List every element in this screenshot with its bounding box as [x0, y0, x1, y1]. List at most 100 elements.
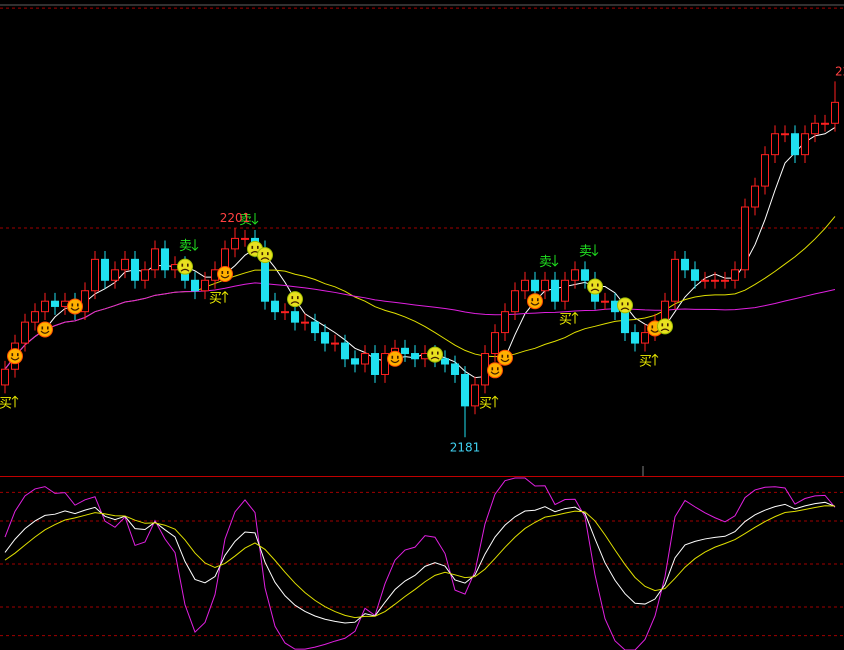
candle-body: [521, 279, 529, 292]
chart-canvas[interactable]: 买卖买卖买卖买卖买 220121812215: [0, 0, 844, 650]
candle: [781, 125, 789, 143]
buy-signal-label: 买: [479, 396, 492, 411]
smiley-sad-icon: [177, 258, 193, 275]
ma5-line: [4, 127, 836, 379]
candle-body: [681, 258, 689, 271]
candlesticks: [1, 81, 839, 438]
candle-body: [451, 363, 459, 375]
smiley-eye: [531, 298, 534, 302]
candle-body: [91, 258, 99, 292]
candle: [141, 261, 149, 289]
candle-body: [1, 368, 9, 386]
candle-body: [801, 133, 809, 156]
smiley-happy-icon: [497, 349, 513, 366]
candle: [191, 271, 199, 300]
candle-body: [351, 358, 359, 365]
smiley-eye: [397, 355, 399, 359]
candle: [821, 114, 829, 132]
arrow-up-icon: [571, 311, 579, 324]
sell-signal-label: 卖: [579, 244, 592, 259]
candle: [331, 334, 339, 352]
smiley-eye: [257, 245, 259, 249]
candle-body: [141, 269, 149, 281]
candle-body: [761, 154, 769, 187]
candle-body: [131, 258, 139, 281]
smiley-eye: [71, 303, 74, 307]
candle: [31, 303, 39, 331]
smiley-eye: [661, 323, 664, 327]
candle-body: [41, 300, 49, 313]
smiley-eye: [267, 252, 269, 256]
smiley-happy-icon: [7, 348, 23, 365]
buy-signal-label: 买: [0, 396, 12, 411]
smiley-happy-icon: [487, 362, 503, 379]
smiley-eye: [651, 325, 654, 329]
arrow-down-icon: [251, 213, 259, 225]
candle: [351, 350, 359, 373]
candle-body: [541, 279, 549, 292]
candle-body: [281, 311, 289, 314]
candle: [521, 271, 529, 300]
smiley-eye: [627, 302, 629, 306]
smiley-eye: [47, 326, 49, 330]
candle-body: [331, 342, 339, 345]
candle-body: [291, 311, 299, 323]
smiley-face: [257, 247, 273, 264]
price-gridlines: [0, 7, 844, 229]
candle: [541, 271, 549, 300]
candle-body: [471, 384, 479, 407]
candle-body: [531, 279, 539, 292]
candle-body: [811, 122, 819, 135]
candle: [361, 345, 369, 373]
smiley-eye: [621, 302, 624, 306]
smiley-happy-icon: [387, 350, 403, 367]
smiley-happy-icon: [37, 321, 53, 338]
candle: [311, 313, 319, 341]
buy-signal-label: 买: [639, 354, 652, 369]
arrow-up-icon: [491, 395, 499, 408]
smiley-face: [617, 297, 633, 314]
candle-body: [631, 332, 639, 344]
candle: [791, 125, 799, 164]
smiley-face: [527, 293, 543, 310]
candle: [711, 271, 719, 289]
candle: [161, 240, 169, 279]
ma20-line: [4, 216, 836, 370]
smiley-face: [427, 346, 443, 363]
high-price-label: 2201: [220, 211, 251, 225]
candle-body: [271, 300, 279, 313]
candle-body: [361, 353, 369, 365]
candle-body: [321, 332, 329, 344]
candle-body: [501, 311, 509, 334]
candle: [731, 261, 739, 289]
candle: [81, 282, 89, 321]
candle-body: [711, 279, 719, 282]
candle-body: [491, 332, 499, 355]
candle: [471, 376, 479, 415]
smiley-eye: [491, 367, 494, 371]
candle: [271, 292, 279, 321]
smiley-face: [177, 258, 193, 275]
oscillator-panel: [0, 477, 844, 650]
smiley-eye: [391, 355, 394, 359]
smiley-eye: [297, 296, 299, 300]
candle-body: [21, 321, 29, 344]
smiley-face: [217, 265, 233, 282]
smiley-sad-icon: [617, 297, 633, 314]
smiley-eye: [41, 326, 44, 330]
sell-signal-label: 卖: [179, 239, 192, 254]
smiley-face: [497, 349, 513, 366]
smiley-eye: [11, 353, 14, 357]
trade-signals: 买卖买卖买卖买卖买: [0, 213, 659, 411]
high-price-label: 2215: [835, 64, 844, 78]
candle-body: [51, 300, 59, 307]
candle-body: [721, 279, 729, 282]
candle-body: [111, 269, 119, 281]
candle-body: [191, 279, 199, 292]
smiley-face: [67, 298, 83, 315]
candle-body: [791, 133, 799, 156]
candle: [501, 303, 509, 341]
candle-body: [101, 258, 109, 281]
stock-chart[interactable]: 买卖买卖买卖买卖买 220121812215: [0, 0, 844, 650]
candle: [231, 227, 239, 258]
